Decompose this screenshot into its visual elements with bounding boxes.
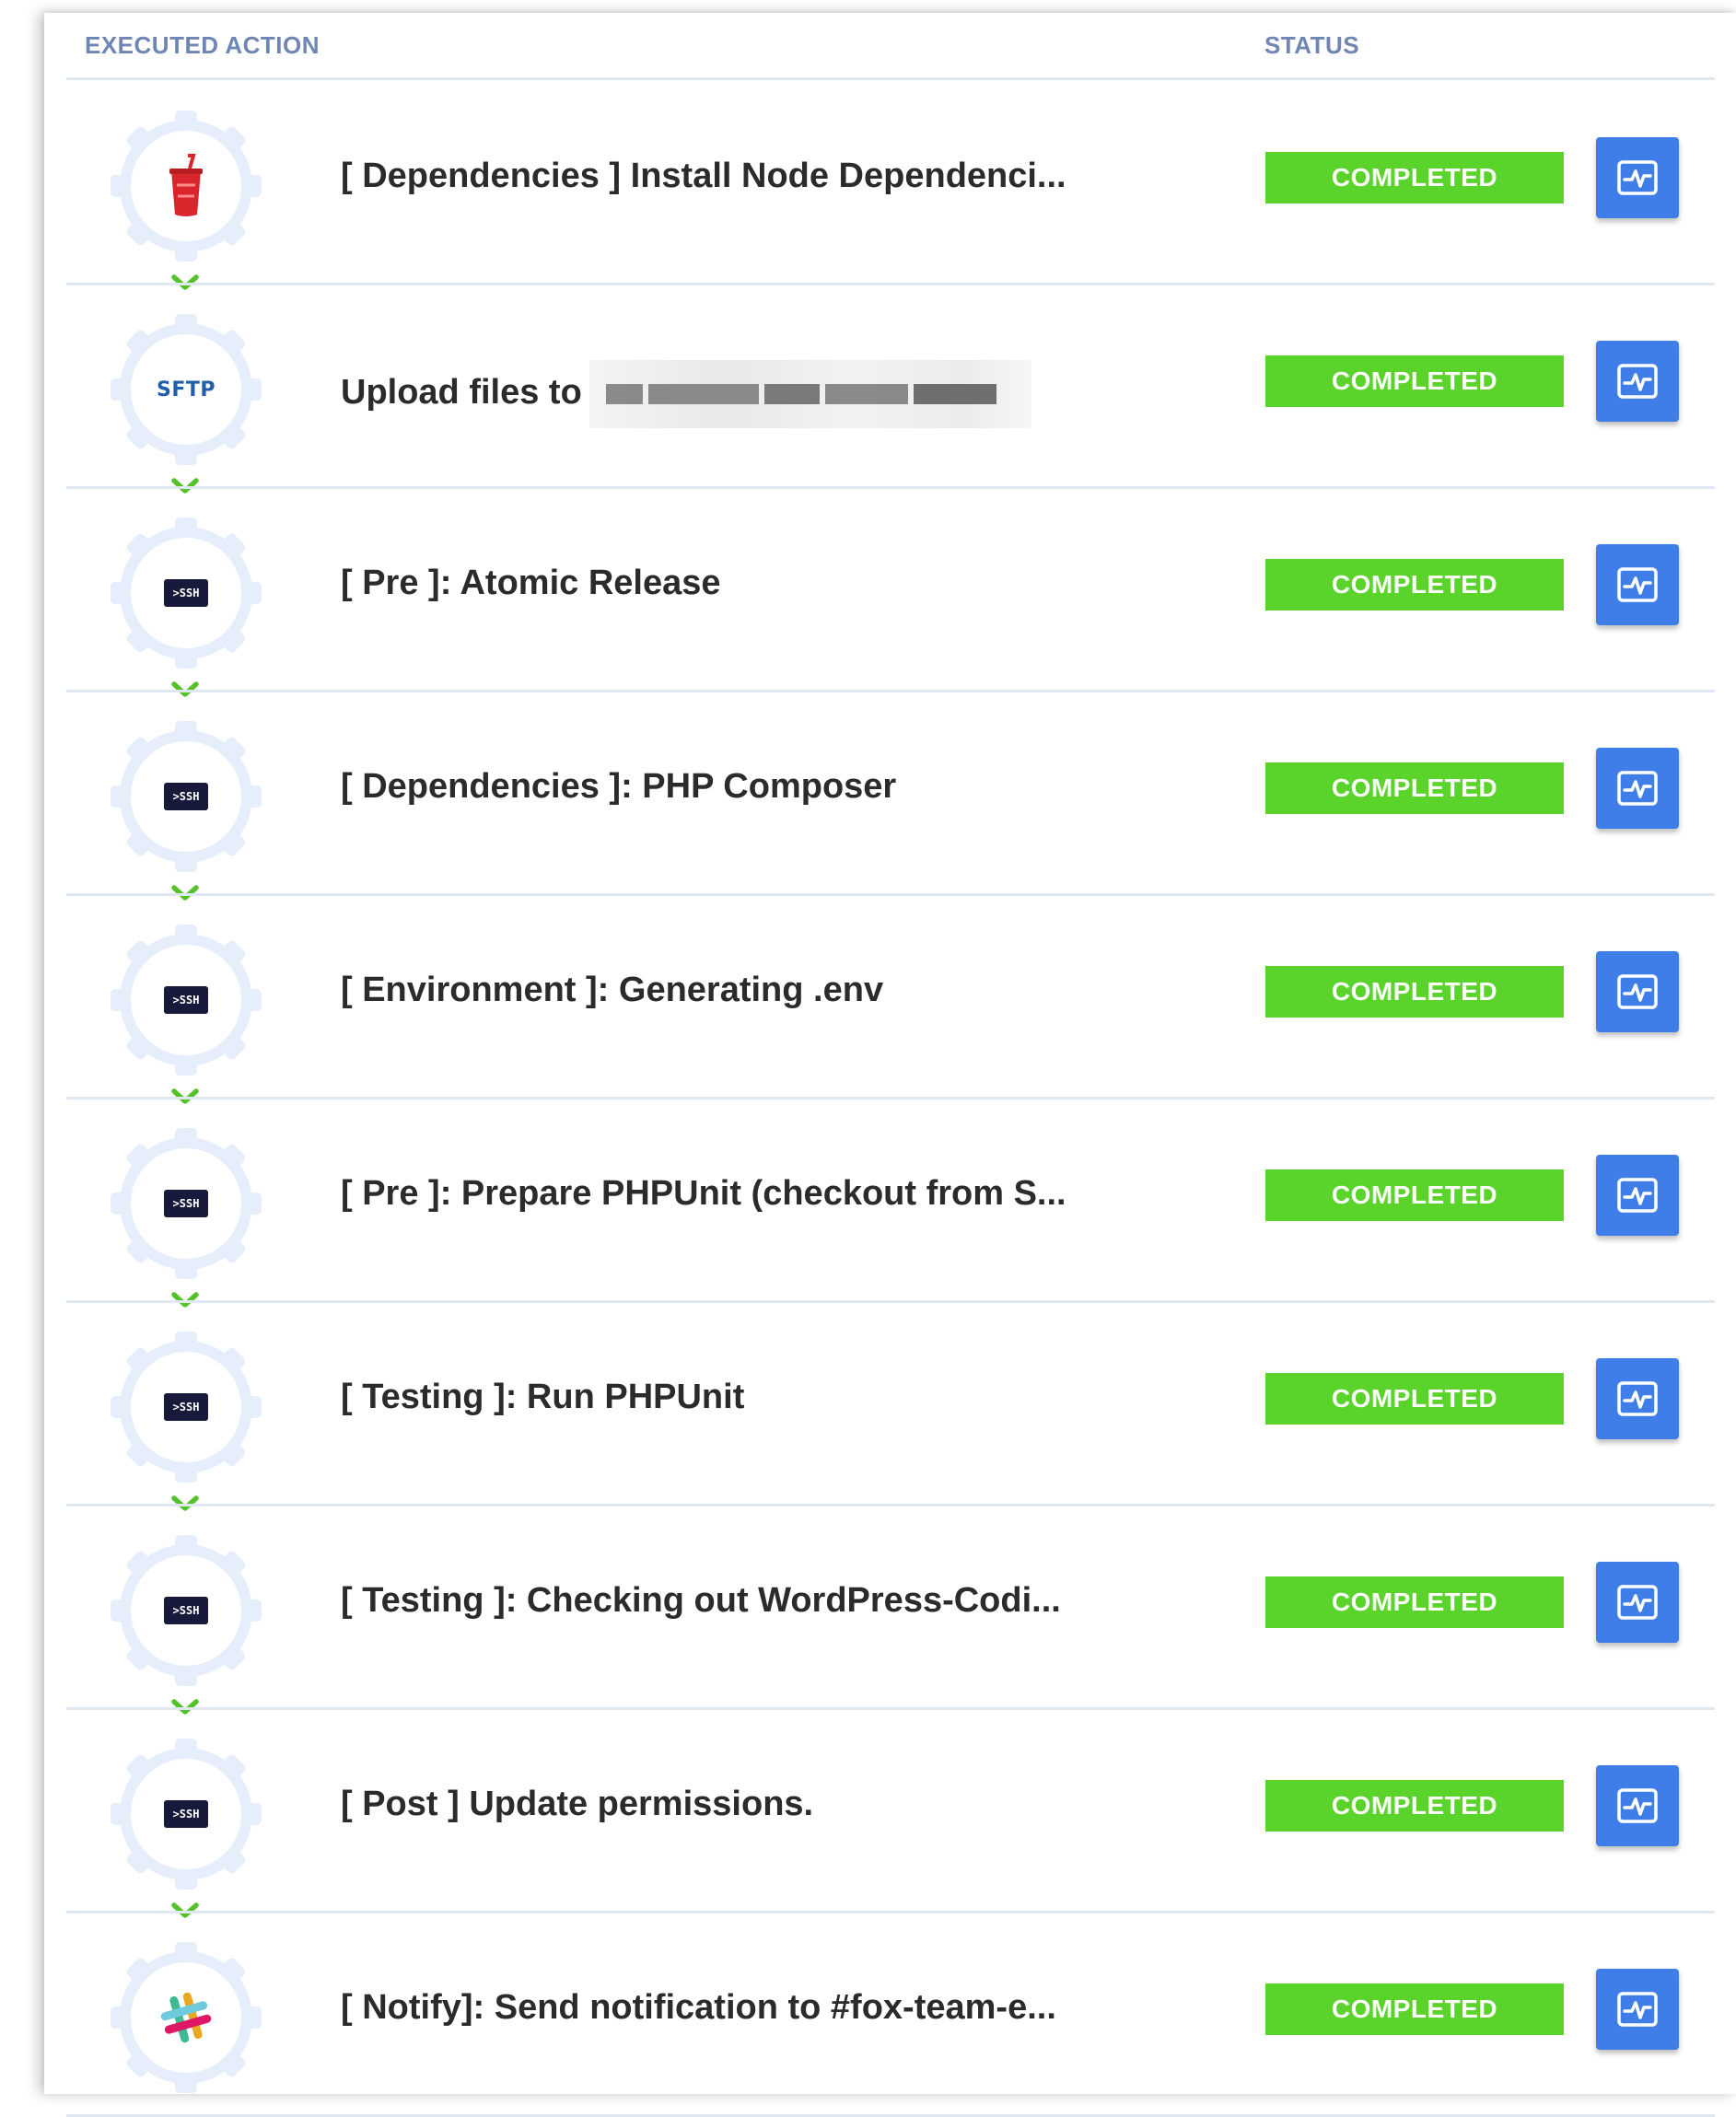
action-name: [ Dependencies ]: PHP Composer: [341, 767, 896, 807]
view-log-button[interactable]: [1596, 1765, 1679, 1846]
view-log-button[interactable]: [1596, 1358, 1679, 1439]
ssh-icon: >SSH: [164, 1190, 208, 1217]
action-step-node: SFTP: [103, 307, 269, 472]
action-title: [ Dependencies ]: PHP Composer: [341, 767, 897, 806]
status-badge: COMPLETED: [1265, 1576, 1564, 1628]
action-name: [ Pre ]: Atomic Release: [341, 564, 721, 603]
table-row[interactable]: >SSH [ Testing ]: Run PHPUnit COMPLETED: [44, 1300, 1736, 1511]
table-row[interactable]: [ Notify]: Send notification to #fox-tea…: [44, 1911, 1736, 2114]
ssh-icon: >SSH: [164, 1597, 208, 1624]
activity-log-icon: [1617, 1788, 1658, 1823]
gulp-cup-icon: [169, 154, 203, 216]
view-log-button[interactable]: [1596, 748, 1679, 829]
activity-log-icon: [1617, 974, 1658, 1009]
table-row[interactable]: >SSH [ Dependencies ]: PHP Composer COMPLE…: [44, 690, 1736, 901]
table-row[interactable]: >SSH [ Environment ]: Generating .env COMP…: [44, 893, 1736, 1104]
sftp-icon: SFTP: [156, 378, 216, 401]
ssh-icon: >SSH: [164, 579, 208, 607]
view-log-button[interactable]: [1596, 1562, 1679, 1643]
redacted-host: [588, 360, 1031, 428]
column-header-status: STATUS: [1264, 31, 1360, 59]
action-name: [ Dependencies ] Install Node Dependenci…: [341, 157, 1066, 196]
status-badge: COMPLETED: [1265, 966, 1564, 1018]
action-step-node: >SSH: [103, 1731, 269, 1897]
status-badge: COMPLETED: [1265, 355, 1564, 407]
action-name: [ Environment ]: Generating .env: [341, 971, 883, 1010]
table-row[interactable]: >SSH [ Pre ]: Atomic Release COMPLETED: [44, 486, 1736, 697]
view-log-button[interactable]: [1596, 1969, 1679, 2050]
action-title: [ Environment ]: Generating .env: [341, 971, 884, 1009]
action-step-node: >SSH: [103, 1121, 269, 1286]
activity-log-icon: [1617, 1992, 1658, 2027]
ssh-icon: >SSH: [164, 1800, 208, 1828]
view-log-button[interactable]: [1596, 544, 1679, 625]
view-log-button[interactable]: [1596, 137, 1679, 218]
status-badge: COMPLETED: [1265, 559, 1564, 611]
action-step-node: >SSH: [103, 1528, 269, 1693]
table-row[interactable]: [ Dependencies ] Install Node Dependenci…: [44, 79, 1736, 290]
action-step-node: >SSH: [103, 1324, 269, 1490]
table-row[interactable]: >SSH [ Pre ]: Prepare PHPUnit (checkout f…: [44, 1097, 1736, 1308]
ssh-icon: >SSH: [164, 783, 208, 810]
status-badge: COMPLETED: [1265, 1983, 1564, 2035]
view-log-button[interactable]: [1596, 1155, 1679, 1236]
action-title: Upload files to: [341, 373, 582, 413]
activity-log-icon: [1617, 567, 1658, 602]
action-name: [ Testing ]: Checking out WordPress-Codi…: [341, 1581, 1061, 1621]
action-name: [ Testing ]: Run PHPUnit: [341, 1378, 744, 1417]
action-title: [ Post ] Update permissions.: [341, 1785, 814, 1823]
action-step-node: >SSH: [103, 510, 269, 676]
status-badge: COMPLETED: [1265, 1373, 1564, 1425]
action-name: [ Post ] Update permissions.: [341, 1785, 813, 1824]
view-log-button[interactable]: [1596, 341, 1679, 422]
action-title: [ Pre ]: Prepare PHPUnit (checkout from …: [341, 1174, 1066, 1213]
action-name: Upload files to: [341, 360, 1031, 428]
action-name: [ Notify]: Send notification to #fox-tea…: [341, 1988, 1056, 2028]
column-header-executed-action: EXECUTED ACTION: [85, 31, 320, 59]
action-title: [ Testing ]: Checking out WordPress-Codi…: [341, 1581, 1061, 1620]
table-row[interactable]: >SSH [ Post ] Update permissions. COMPLETE…: [44, 1707, 1736, 1918]
ssh-icon: >SSH: [164, 986, 208, 1014]
action-title: [ Notify]: Send notification to #fox-tea…: [341, 1988, 1056, 2027]
action-step-node: [103, 1935, 269, 2100]
activity-log-icon: [1617, 160, 1658, 195]
activity-log-icon: [1617, 1178, 1658, 1213]
activity-log-icon: [1617, 1585, 1658, 1620]
action-title: [ Pre ]: Atomic Release: [341, 564, 721, 602]
view-log-button[interactable]: [1596, 951, 1679, 1032]
action-title: [ Testing ]: Run PHPUnit: [341, 1378, 745, 1416]
action-step-node: [103, 103, 269, 269]
action-step-node: >SSH: [103, 917, 269, 1083]
status-badge: COMPLETED: [1265, 1169, 1564, 1221]
activity-log-icon: [1617, 1381, 1658, 1416]
activity-log-icon: [1617, 771, 1658, 806]
action-name: [ Pre ]: Prepare PHPUnit (checkout from …: [341, 1174, 1066, 1214]
slack-icon: [160, 1992, 212, 2043]
status-badge: COMPLETED: [1265, 152, 1564, 204]
status-badge: COMPLETED: [1265, 762, 1564, 814]
status-badge: COMPLETED: [1265, 1780, 1564, 1832]
table-row[interactable]: >SSH [ Testing ]: Checking out WordPress-…: [44, 1504, 1736, 1715]
activity-log-icon: [1617, 364, 1658, 399]
ssh-icon: >SSH: [164, 1393, 208, 1421]
action-step-node: >SSH: [103, 714, 269, 879]
deployment-actions-panel: EXECUTED ACTION STATUS [ Dependencies ] …: [44, 13, 1736, 2117]
table-row[interactable]: SFTP Upload files to COMPLETED: [44, 283, 1736, 494]
action-title: [ Dependencies ] Install Node Dependenci…: [341, 157, 1066, 195]
